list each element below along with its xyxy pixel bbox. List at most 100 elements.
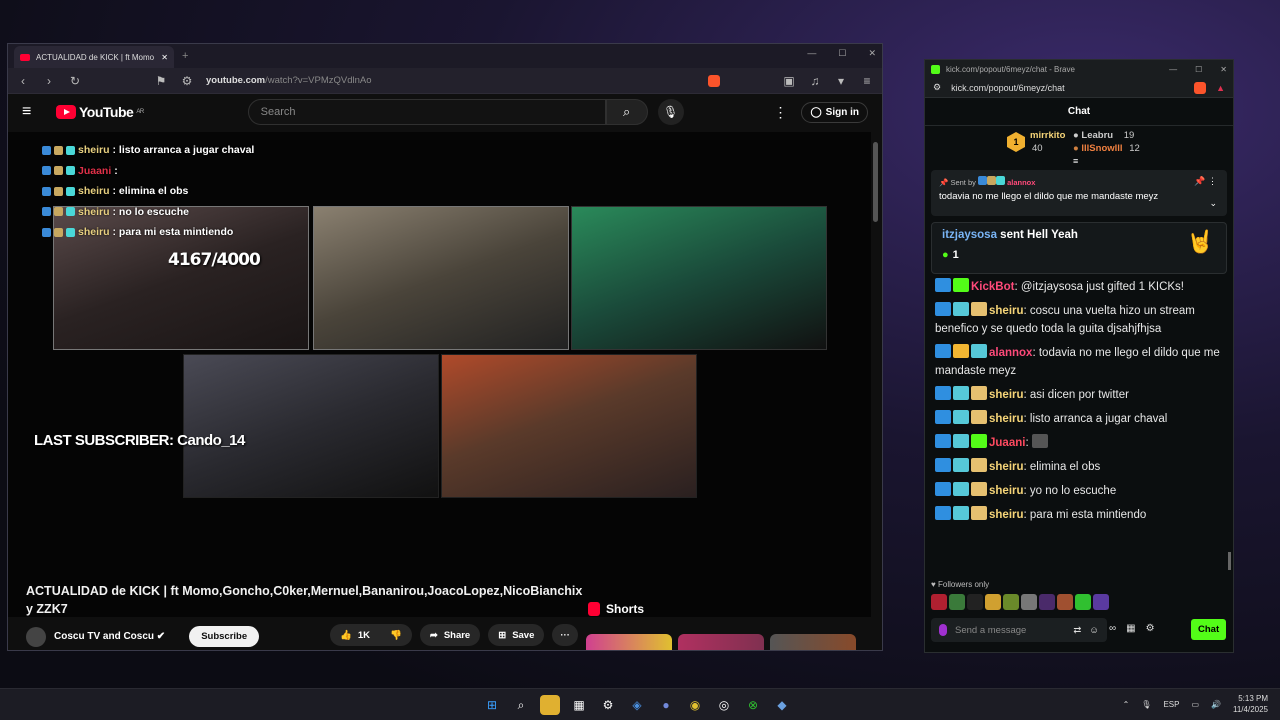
search-button[interactable]: ⌕	[605, 99, 648, 125]
steam-icon[interactable]: ⚙	[598, 695, 618, 715]
chat-input[interactable]: Send a message ⇄ ☺	[931, 618, 1107, 642]
guide-menu-icon[interactable]: ≡	[22, 103, 42, 121]
emote[interactable]	[1057, 594, 1073, 610]
channel-avatar[interactable]	[26, 626, 46, 647]
leader-2-name[interactable]: Leabru	[1081, 130, 1113, 141]
badge-icon	[935, 278, 951, 292]
obs-icon[interactable]: ◎	[714, 695, 734, 715]
reload-icon[interactable]: ↻	[68, 74, 82, 88]
maximize-icon[interactable]: ☐	[1195, 65, 1202, 74]
back-icon[interactable]: ‹	[16, 74, 30, 88]
store-icon[interactable]: ▦	[1126, 623, 1135, 634]
gift-user[interactable]: itzjaysosa	[942, 229, 997, 241]
settings-icon[interactable]: ⚙	[1146, 623, 1155, 634]
sign-in-button[interactable]: ◯ Sign in	[801, 101, 868, 123]
short-thumbnail[interactable]	[586, 634, 672, 650]
sidebar-icon[interactable]: ▣	[782, 74, 796, 88]
menu-icon[interactable]: ≡	[860, 74, 874, 88]
minimize-icon[interactable]: —	[1169, 65, 1177, 74]
voice-search-button[interactable]: 🎙	[657, 99, 684, 125]
chat-username[interactable]: sheiru	[989, 413, 1024, 425]
tab-youtube[interactable]: ACTUALIDAD de KICK | ft Momo ✕	[14, 46, 174, 68]
kicks-icon[interactable]: ∞	[1109, 623, 1116, 634]
steam-client-icon[interactable]: ◆	[772, 695, 792, 715]
emote[interactable]	[967, 594, 983, 610]
brave-shields-icon[interactable]	[708, 74, 720, 87]
close-tab-icon[interactable]: ✕	[161, 53, 168, 62]
translate-icon[interactable]: ⇄	[1073, 625, 1081, 636]
chat-username[interactable]: alannox	[989, 347, 1032, 359]
discord-icon[interactable]: ●	[656, 695, 676, 715]
emote[interactable]	[931, 594, 947, 610]
subscribe-button[interactable]: Subscribe	[189, 626, 260, 647]
chat-username[interactable]: sheiru	[989, 485, 1024, 497]
app-icon[interactable]: ◈	[627, 695, 647, 715]
chat-message: sheiru: asi dicen por twitter	[935, 386, 1223, 404]
kick-url[interactable]: kick.com/popout/6meyz/chat	[951, 83, 1184, 93]
channel-name[interactable]: Coscu TV and Coscu ✔	[54, 631, 165, 642]
more-actions-button[interactable]: ···	[552, 624, 578, 646]
language-indicator[interactable]: ESP	[1163, 700, 1179, 709]
chrome-icon[interactable]: ◉	[685, 695, 705, 715]
minimize-icon[interactable]: —	[807, 48, 816, 59]
forward-icon[interactable]: ›	[42, 74, 56, 88]
chat-username[interactable]: sheiru	[989, 305, 1024, 317]
save-button[interactable]: ⊞ Save	[488, 624, 545, 646]
emote[interactable]	[1039, 594, 1055, 610]
brave-shields-icon[interactable]	[1194, 81, 1207, 94]
volume-icon[interactable]: 🔊	[1211, 700, 1221, 709]
like-button[interactable]: 👍 1K 👎	[330, 624, 412, 646]
site-info-icon[interactable]: ⚙	[933, 82, 941, 93]
emote[interactable]	[1093, 594, 1109, 610]
close-window-icon[interactable]: ✕	[868, 48, 876, 59]
mic-icon[interactable]: 🎙	[1141, 700, 1151, 709]
leader-3-name[interactable]: lllSnowlll	[1081, 143, 1122, 154]
pinned-user[interactable]: alannox	[1007, 178, 1035, 187]
more-options-icon[interactable]: ⋮	[773, 104, 787, 121]
short-thumbnail[interactable]	[678, 634, 764, 650]
search-icon[interactable]: ⌕	[511, 695, 531, 715]
dislike-icon[interactable]: 👎	[390, 630, 402, 641]
chat-username[interactable]: sheiru	[989, 389, 1024, 401]
emote[interactable]	[1003, 594, 1019, 610]
network-icon[interactable]: ▭	[1191, 700, 1199, 709]
xbox-icon[interactable]: ⊗	[743, 695, 763, 715]
chat-username[interactable]: Juaani	[989, 437, 1025, 449]
page-scrollbar[interactable]	[873, 142, 878, 222]
collapse-icon[interactable]: ≡	[1073, 156, 1078, 166]
tray-chevron-icon[interactable]: ⌃	[1123, 700, 1130, 709]
pin-action-icon[interactable]: 📌 ⋮	[1194, 176, 1217, 187]
clock[interactable]: 5:13 PM 11/4/2025	[1233, 693, 1268, 715]
share-button[interactable]: ➦ Share	[419, 624, 481, 646]
url-field[interactable]: youtube.com/watch?v=VPMzQVdlnAo	[206, 75, 696, 86]
new-tab-button[interactable]: +	[182, 50, 188, 62]
store-icon[interactable]: ▦	[569, 695, 589, 715]
chat-username[interactable]: sheiru	[989, 509, 1024, 521]
chat-scrollbar[interactable]	[1228, 552, 1231, 570]
bookmark-icon[interactable]: ⚑	[154, 74, 168, 88]
emote[interactable]	[949, 594, 965, 610]
chat-username[interactable]: sheiru	[989, 461, 1024, 473]
chat-message: Juaani:	[935, 434, 1223, 452]
video-player[interactable]: sheiru : listo arranca a jugar chaval Jua…	[8, 132, 871, 617]
youtube-logo[interactable]: YouTube AR	[56, 104, 144, 120]
expand-chevron-icon[interactable]: ⌄	[1209, 198, 1217, 209]
short-thumbnail[interactable]	[770, 634, 856, 650]
extensions-icon[interactable]: ▾	[834, 74, 848, 88]
emote[interactable]	[1075, 594, 1091, 610]
chat-username[interactable]: KickBot	[971, 281, 1014, 293]
media-icon[interactable]: ♫	[808, 74, 822, 88]
file-explorer-icon[interactable]	[540, 695, 560, 715]
emoji-icon[interactable]: ☺	[1089, 625, 1099, 636]
emote[interactable]	[1021, 594, 1037, 610]
brave-rewards-icon[interactable]: ▲	[1216, 83, 1225, 93]
start-icon[interactable]: ⊞	[482, 695, 502, 715]
search-input[interactable]: Search	[247, 99, 606, 125]
close-window-icon[interactable]: ✕	[1220, 65, 1227, 74]
site-info-icon[interactable]: ⚙	[180, 74, 194, 88]
emote[interactable]	[985, 594, 1001, 610]
maximize-icon[interactable]: ☐	[838, 48, 846, 59]
badge-icon	[66, 207, 75, 217]
send-chat-button[interactable]: Chat	[1191, 619, 1227, 640]
leader-1-name[interactable]: mirrkito	[1030, 129, 1065, 142]
